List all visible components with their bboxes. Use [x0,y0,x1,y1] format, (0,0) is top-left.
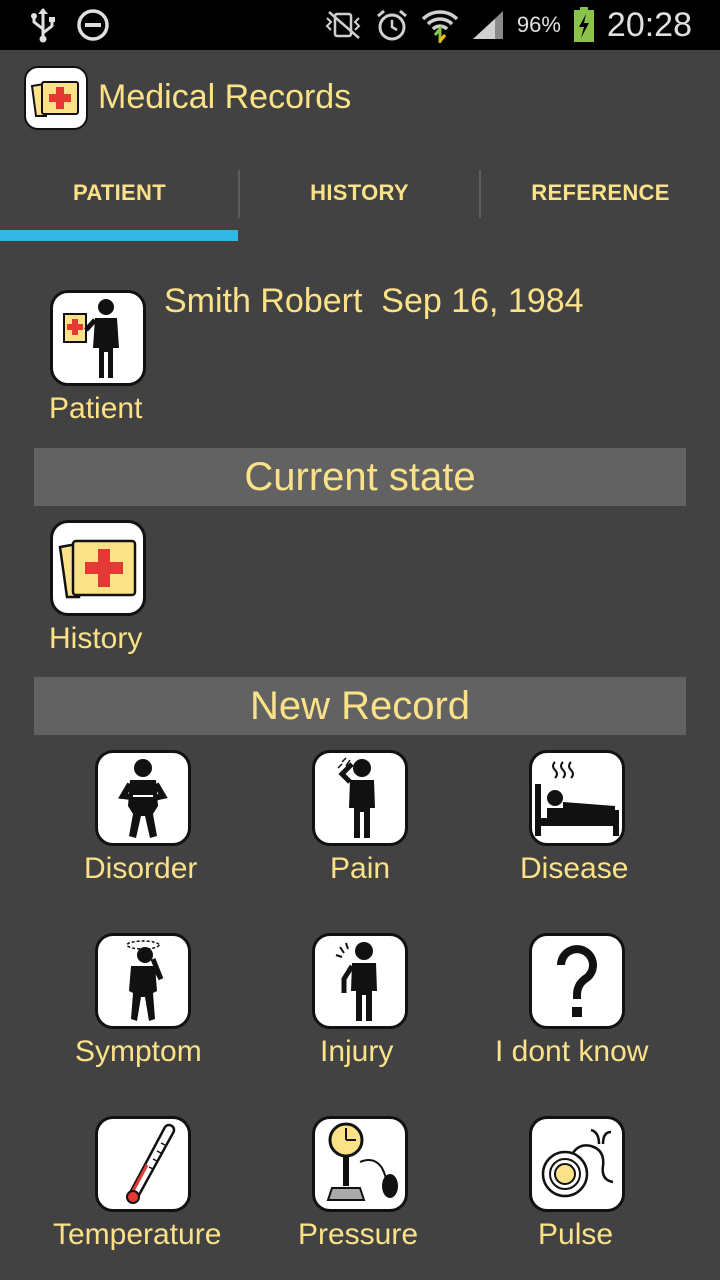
i-dont-know-button[interactable] [529,933,625,1029]
history-button[interactable] [50,520,146,616]
injured-person-icon [335,942,377,1021]
tab-label: REFERENCE [531,180,670,205]
signal-icon [472,11,503,39]
section-title: New Record [249,683,471,728]
medical-folder-icon[interactable] [24,66,88,130]
mute-vibrate-icon [325,11,361,39]
section-header-current-state: Current state [34,448,686,506]
disease-button[interactable] [529,750,625,846]
question-mark-icon [557,945,597,1017]
battery-percent: 96% [516,12,561,37]
tab-history[interactable]: HISTORY [240,150,479,242]
disorder-label: Disorder [84,852,198,885]
disorder-button[interactable] [95,750,191,846]
injury-label: Injury [320,1035,394,1068]
tab-patient[interactable]: PATIENT [0,150,239,242]
tab-label: HISTORY [310,180,409,205]
patient-with-chart-icon [63,299,119,378]
status-bar: 96% 20:28 [0,0,720,50]
pressure-label: Pressure [298,1218,419,1251]
medical-folder-icon [58,539,137,599]
wifi-icon [421,10,459,43]
headache-person-icon [337,757,375,838]
tab-selected-indicator [0,230,238,241]
tab-bar: PATIENT HISTORY REFERENCE [0,150,720,242]
temperature-label: Temperature [53,1218,222,1251]
tab-label: PATIENT [73,180,166,205]
alarm-icon [376,9,407,41]
patient-button[interactable] [50,290,146,386]
patient-name-dob[interactable]: Smith Robert Sep 16, 1984 [164,282,584,321]
pain-label: Pain [330,852,391,885]
temperature-button[interactable] [95,1116,191,1212]
do-not-disturb-icon [77,9,109,41]
patient-label: Patient [49,392,143,425]
section-header-new-record: New Record [34,677,686,735]
injury-button[interactable] [312,933,408,1029]
action-bar: Medical Records [0,50,720,150]
thermometer-icon [126,1123,176,1204]
pressure-button[interactable] [312,1116,408,1212]
symptom-label: Symptom [75,1035,202,1068]
app-title: Medical Records [98,78,352,116]
i-dont-know-label: I dont know [495,1035,649,1068]
person-in-bed-icon [535,761,619,836]
stomach-ache-person-icon [118,759,168,838]
clock: 20:28 [606,5,692,44]
stethoscope-icon [541,1128,614,1198]
section-title: Current state [244,454,476,499]
battery-charging-icon [573,7,594,42]
dizzy-person-icon [126,940,164,1021]
symptom-button[interactable] [95,933,191,1029]
pulse-button[interactable] [529,1116,625,1212]
pulse-label: Pulse [538,1218,614,1251]
pain-button[interactable] [312,750,408,846]
history-label: History [49,622,143,655]
blood-pressure-gauge-icon [326,1122,398,1201]
disease-label: Disease [520,852,629,885]
usb-icon [31,8,55,43]
tab-reference[interactable]: REFERENCE [481,150,720,242]
